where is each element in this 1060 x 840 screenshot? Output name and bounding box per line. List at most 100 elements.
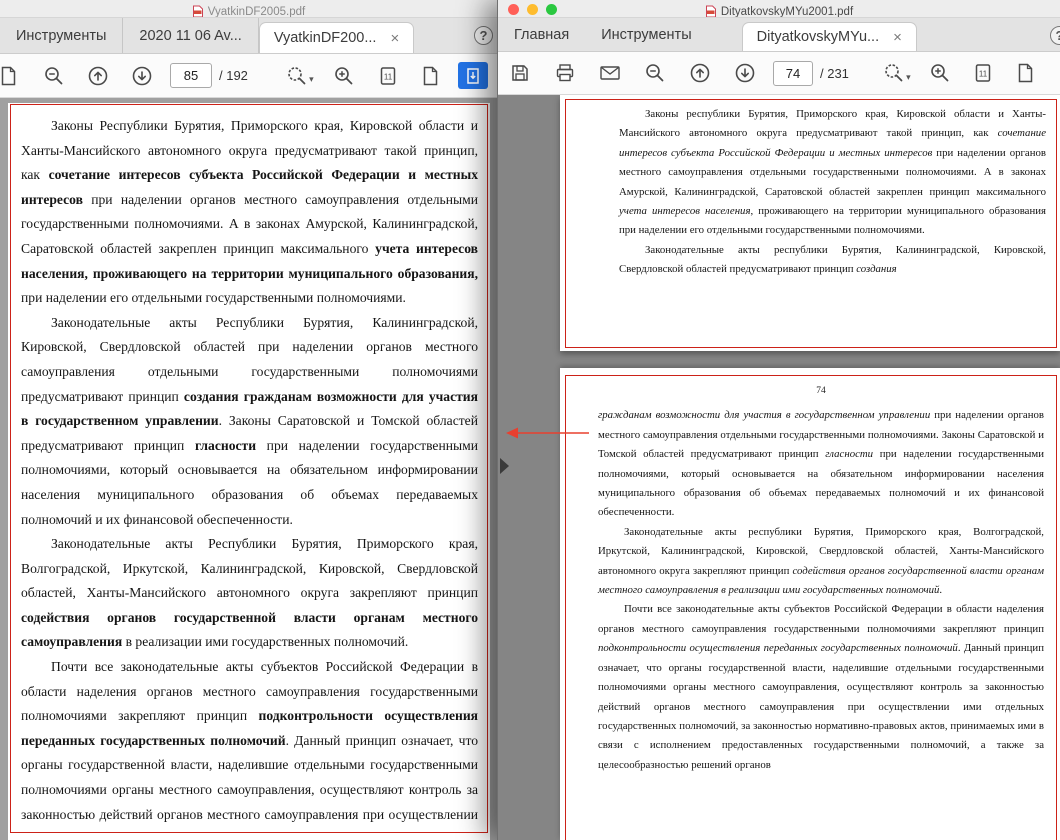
zoom-out-button[interactable]	[40, 62, 68, 90]
scroll-mode-button[interactable]	[458, 62, 488, 89]
single-page-icon	[0, 65, 18, 87]
red-arrow	[503, 424, 591, 442]
next-page-button[interactable]	[128, 62, 156, 90]
tab-spacer	[708, 18, 742, 51]
page-thumbnails-button[interactable]: 11	[374, 62, 402, 90]
help-icon[interactable]: ?	[1050, 26, 1060, 45]
single-page-icon	[1015, 62, 1035, 84]
search-icon	[286, 65, 308, 87]
close-tab-icon[interactable]: ×	[893, 30, 902, 45]
window-zoom-button[interactable]	[546, 4, 557, 15]
scroll-mode-icon	[464, 67, 482, 85]
left-window-titlebar: VyatkinDF2005.pdf	[0, 0, 497, 18]
help-icon[interactable]: ?	[474, 26, 493, 45]
svg-text:11: 11	[384, 72, 393, 81]
previous-page-button[interactable]	[686, 59, 714, 87]
paragraph: Почти все законодательные акты субъектов…	[598, 600, 1044, 775]
email-button[interactable]	[596, 59, 624, 87]
zoom-out-icon	[644, 62, 666, 84]
document-page: Законы Республики Бурятия, Приморского к…	[8, 103, 490, 840]
zoom-in-icon	[333, 65, 355, 87]
window-close-button[interactable]	[508, 4, 519, 15]
right-document-area[interactable]: Законы республики Бурятия, Приморского к…	[498, 95, 1060, 840]
single-page-icon	[420, 65, 440, 87]
tab-tools[interactable]: Инструменты	[585, 18, 707, 51]
page-count-label: / 231	[820, 66, 849, 81]
page-view-button[interactable]	[416, 62, 444, 90]
pdf-file-icon	[192, 5, 204, 18]
page-count-label: / 192	[219, 68, 248, 83]
tab-tools[interactable]: Инструменты	[0, 18, 122, 53]
tab-label: Инструменты	[16, 28, 106, 44]
paragraph: Законы Республики Бурятия, Приморского к…	[21, 114, 478, 311]
right-toolbar: / 231 ▾ 11	[498, 52, 1060, 95]
tab-label: VyatkinDF200...	[274, 30, 377, 46]
page-down-icon	[130, 64, 154, 88]
tab-active-document[interactable]: VyatkinDF200... ×	[259, 22, 414, 53]
page-number-input[interactable]	[170, 63, 212, 88]
tab-label: Инструменты	[601, 27, 691, 43]
page-number-input[interactable]	[773, 61, 813, 86]
zoom-in-button[interactable]	[926, 59, 954, 87]
right-tabbar: Главная Инструменты DityatkovskyMYu... ×…	[498, 18, 1060, 52]
page-thumbnails-icon: 11	[972, 62, 994, 84]
zoom-out-icon	[43, 65, 65, 87]
zoom-out-button[interactable]	[641, 59, 669, 87]
paragraph: Почти все законодательные акты субъектов…	[21, 655, 478, 833]
left-toolbar: / 192 ▾ 11	[0, 54, 497, 98]
left-pdf-window: VyatkinDF2005.pdf Инструменты 2020 11 06…	[0, 0, 497, 840]
print-icon	[554, 62, 576, 84]
window-title: DityatkovskyMYu2001.pdf	[721, 6, 853, 18]
left-tabbar: Инструменты 2020 11 06 Av... VyatkinDF20…	[0, 18, 497, 54]
search-icon	[883, 62, 905, 84]
pdf-file-icon	[705, 5, 717, 18]
document-page-fragment-top: Законы республики Бурятия, Приморского к…	[560, 95, 1060, 351]
tab-label: Главная	[514, 27, 569, 43]
page-view-button[interactable]	[1011, 59, 1039, 87]
zoom-in-icon	[929, 62, 951, 84]
zoom-in-button[interactable]	[330, 62, 358, 90]
page-down-icon	[733, 61, 757, 85]
right-window-titlebar: DityatkovskyMYu2001.pdf	[498, 0, 1060, 18]
page-text: гражданам возможности для участия в госу…	[598, 406, 1044, 775]
highlighted-text-region: 74 гражданам возможности для участия в г…	[565, 375, 1057, 840]
window-title: VyatkinDF2005.pdf	[208, 6, 305, 18]
left-document-area[interactable]: Законы Республики Бурятия, Приморского к…	[0, 98, 497, 840]
paragraph: Законодательные акты республики Бурятия,…	[619, 241, 1046, 280]
paragraph: Законы республики Бурятия, Приморского к…	[619, 105, 1046, 241]
page-up-icon	[688, 61, 712, 85]
paragraph: Законодательные акты Республики Бурятия,…	[21, 532, 478, 655]
chevron-down-icon: ▾	[906, 72, 911, 83]
tab-label: DityatkovskyMYu...	[757, 29, 879, 45]
panel-expand-handle[interactable]	[500, 458, 509, 474]
document-page-74: 74 гражданам возможности для участия в г…	[560, 368, 1060, 840]
right-pdf-window: DityatkovskyMYu2001.pdf Главная Инструме…	[497, 0, 1060, 840]
page-up-icon	[86, 64, 110, 88]
page-thumbnails-button[interactable]: 11	[969, 59, 997, 87]
next-page-button[interactable]	[731, 59, 759, 87]
window-minimize-button[interactable]	[527, 4, 538, 15]
paragraph: Законодательные акты республики Бурятия,…	[598, 523, 1044, 601]
highlighted-text-region: Законы Республики Бурятия, Приморского к…	[10, 104, 488, 833]
page-thumbnails-icon: 11	[377, 65, 399, 87]
search-button[interactable]: ▾	[883, 59, 911, 87]
tab-other-document[interactable]: 2020 11 06 Av...	[122, 18, 258, 53]
traffic-lights	[508, 4, 557, 15]
save-button[interactable]	[506, 59, 534, 87]
desktop: { "left_window": { "title": "VyatkinDF20…	[0, 0, 1060, 840]
svg-text:11: 11	[979, 70, 988, 79]
chevron-down-icon: ▾	[309, 74, 314, 85]
paragraph: гражданам возможности для участия в госу…	[598, 406, 1044, 522]
previous-page-button[interactable]	[84, 62, 112, 90]
print-button[interactable]	[551, 59, 579, 87]
highlighted-text-region: Законы республики Бурятия, Приморского к…	[565, 99, 1057, 348]
tab-active-document[interactable]: DityatkovskyMYu... ×	[742, 22, 917, 51]
close-tab-icon[interactable]: ×	[390, 31, 399, 46]
page-number: 74	[598, 382, 1044, 401]
search-button[interactable]: ▾	[286, 62, 314, 90]
email-icon	[598, 62, 622, 84]
save-icon	[509, 62, 531, 84]
sidebar-toggle-button[interactable]	[0, 62, 22, 90]
tab-label: 2020 11 06 Av...	[139, 28, 241, 44]
tab-home[interactable]: Главная	[498, 18, 585, 51]
